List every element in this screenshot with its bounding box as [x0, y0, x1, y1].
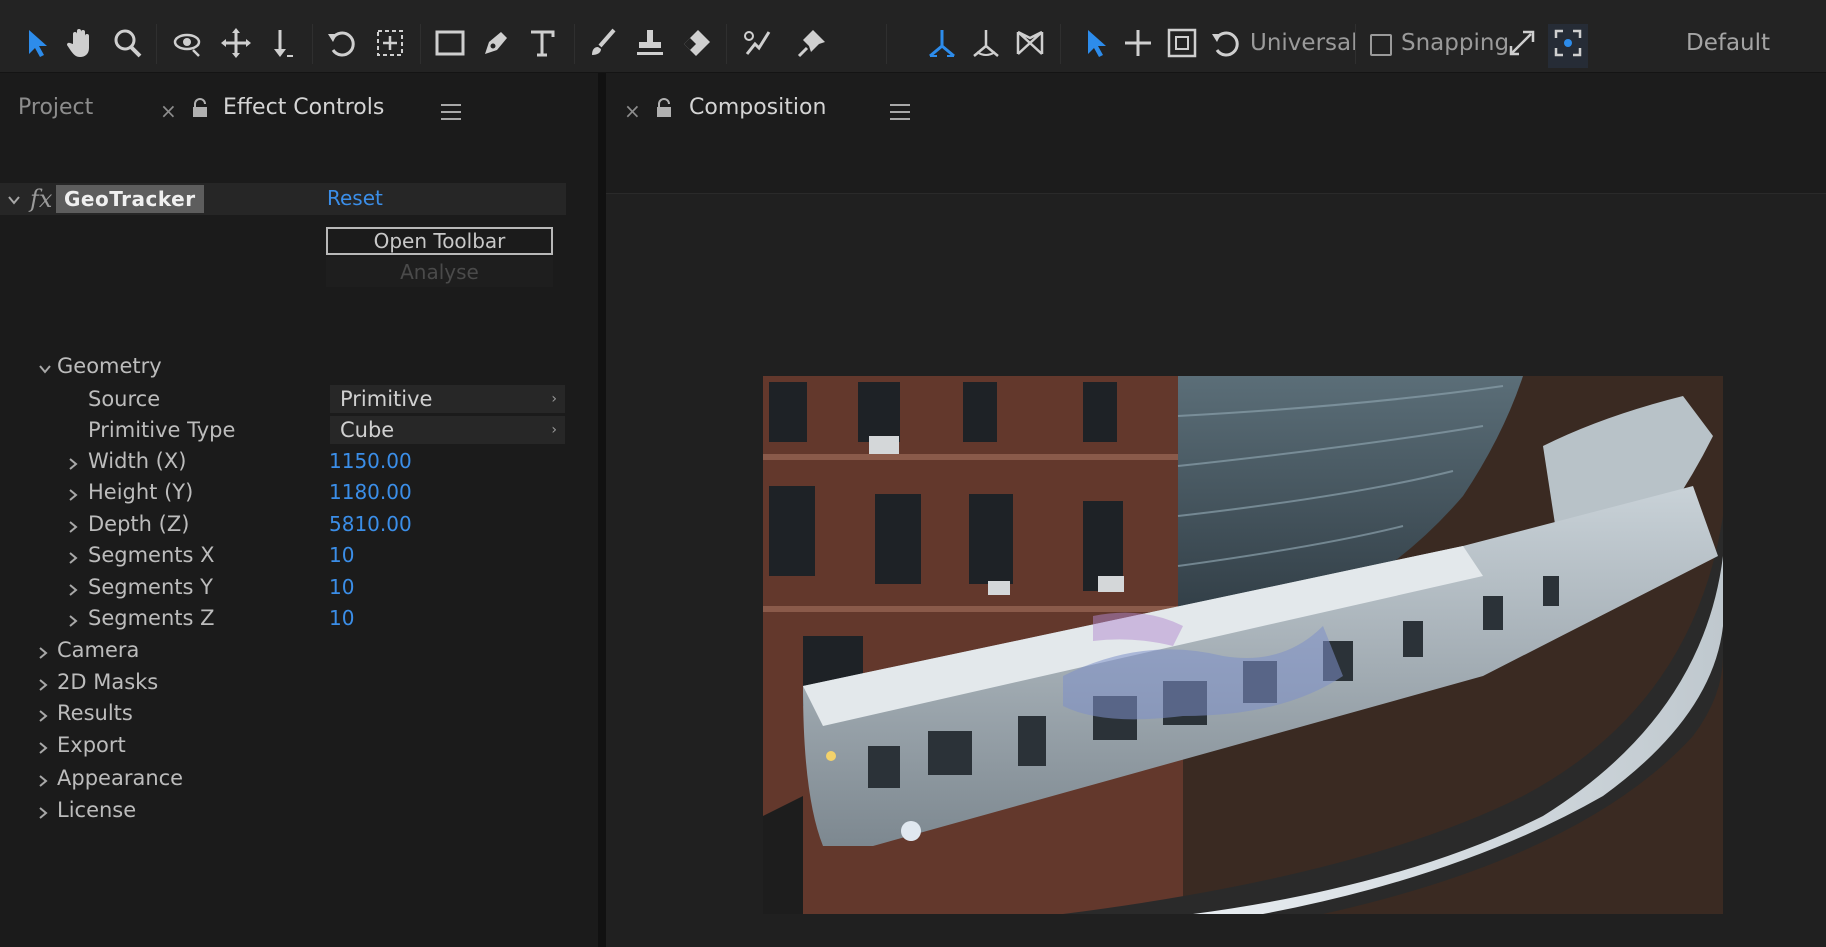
chevron-right-icon[interactable] — [36, 646, 50, 660]
rotate-tool-icon[interactable] — [322, 22, 362, 64]
chevron-right-icon[interactable] — [36, 741, 50, 755]
chevron-right-icon[interactable] — [66, 520, 80, 534]
segments-x-value[interactable]: 10 — [329, 543, 354, 567]
panel-menu-icon[interactable] — [441, 104, 461, 120]
eraser-tool-icon[interactable] — [677, 22, 717, 64]
snapping-label[interactable]: Snapping — [1401, 30, 1509, 56]
reset-link[interactable]: Reset — [327, 186, 383, 210]
pan-camera-icon[interactable] — [216, 22, 256, 64]
fx-icon[interactable]: fx — [30, 185, 52, 213]
depth-value[interactable]: 5810.00 — [329, 512, 412, 536]
depth-label: Depth (Z) — [88, 512, 190, 536]
group-appearance[interactable]: Appearance — [57, 766, 183, 790]
world-axis-mode-icon[interactable] — [966, 22, 1006, 64]
lock-icon[interactable] — [655, 98, 673, 118]
primitive-type-label: Primitive Type — [88, 418, 236, 442]
composition-viewer[interactable] — [606, 194, 1826, 947]
tab-project[interactable]: Project — [18, 95, 93, 120]
open-toolbar-button[interactable]: Open Toolbar — [326, 227, 553, 255]
segments-z-label: Segments Z — [88, 606, 215, 630]
chevron-right-icon[interactable] — [66, 614, 80, 628]
analyse-button[interactable]: Analyse — [326, 257, 553, 287]
axis-mode-label[interactable]: Universal — [1250, 30, 1358, 56]
tab-composition[interactable]: Composition — [689, 95, 826, 120]
gt-select-icon[interactable] — [1076, 22, 1116, 64]
panel-menu-icon[interactable] — [890, 104, 910, 120]
chevron-right-icon[interactable] — [66, 488, 80, 502]
effect-name[interactable]: GeoTracker — [56, 185, 204, 213]
width-label: Width (X) — [88, 449, 187, 473]
workspace-label[interactable]: Default — [1686, 30, 1770, 56]
gt-move-icon[interactable] — [1118, 22, 1158, 64]
geometry-group-label[interactable]: Geometry — [57, 354, 162, 378]
effect-header-row: fx GeoTracker Reset — [0, 183, 566, 215]
main-toolbar: Universal Snapping Default — [0, 0, 1826, 73]
group-license[interactable]: License — [57, 798, 136, 822]
primitive-type-dropdown[interactable]: Cube › — [330, 416, 565, 444]
chevron-right-icon[interactable] — [36, 806, 50, 820]
chevron-right-icon[interactable] — [66, 583, 80, 597]
view-axis-mode-icon[interactable] — [1010, 22, 1050, 64]
effect-controls-panel: Project × Effect Controls fx GeoTracker … — [0, 73, 598, 947]
pen-tool-icon[interactable] — [476, 22, 516, 64]
left-panel-tabs: Project × Effect Controls — [0, 73, 598, 193]
group-export[interactable]: Export — [57, 733, 126, 757]
chevron-down-icon[interactable] — [7, 193, 21, 207]
dolly-camera-icon[interactable] — [262, 22, 302, 64]
group-camera[interactable]: Camera — [57, 638, 139, 662]
chevron-right-icon[interactable] — [36, 774, 50, 788]
clone-stamp-icon[interactable] — [630, 22, 670, 64]
panel-divider[interactable] — [598, 73, 606, 947]
rectangle-tool-icon[interactable] — [430, 22, 470, 64]
type-tool-icon[interactable] — [523, 22, 563, 64]
pan-behind-icon[interactable] — [370, 22, 410, 64]
gt-scale-icon[interactable] — [1162, 22, 1202, 64]
close-icon[interactable]: × — [624, 99, 641, 123]
composition-panel: × Composition — [606, 73, 1826, 947]
orbit-camera-icon[interactable] — [168, 22, 208, 64]
segments-y-label: Segments Y — [88, 575, 213, 599]
segments-z-value[interactable]: 10 — [329, 606, 354, 630]
gt-rotate-icon[interactable] — [1206, 22, 1246, 64]
segments-x-label: Segments X — [88, 543, 215, 567]
chevron-right-icon[interactable] — [66, 551, 80, 565]
close-icon[interactable]: × — [160, 99, 177, 123]
chevron-right-icon[interactable] — [66, 457, 80, 471]
height-label: Height (Y) — [88, 480, 194, 504]
height-value[interactable]: 1180.00 — [329, 480, 412, 504]
lock-icon[interactable] — [191, 98, 209, 118]
brush-tool-icon[interactable] — [583, 22, 623, 64]
zoom-tool-icon[interactable] — [108, 22, 148, 64]
train-footage-image — [763, 376, 1723, 914]
puppet-pin-icon[interactable] — [792, 22, 832, 64]
snap-options-icon[interactable] — [1502, 22, 1542, 64]
composition-header: × Composition — [606, 73, 1826, 194]
footage-frame[interactable] — [763, 376, 1723, 914]
roto-brush-icon[interactable] — [736, 22, 776, 64]
selection-tool-icon[interactable] — [17, 22, 57, 64]
local-axis-mode-icon[interactable] — [922, 22, 962, 64]
group-2d-masks[interactable]: 2D Masks — [57, 670, 158, 694]
group-results[interactable]: Results — [57, 701, 133, 725]
hand-tool-icon[interactable] — [60, 22, 100, 64]
chevron-right-icon[interactable] — [36, 709, 50, 723]
segments-y-value[interactable]: 10 — [329, 575, 354, 599]
width-value[interactable]: 1150.00 — [329, 449, 412, 473]
chevron-right-icon[interactable] — [36, 678, 50, 692]
tab-effect-controls[interactable]: Effect Controls — [223, 95, 384, 120]
focus-frame-icon[interactable] — [1548, 22, 1588, 64]
chevron-down-icon[interactable] — [38, 362, 52, 376]
snapping-checkbox[interactable] — [1370, 34, 1392, 56]
source-label: Source — [88, 387, 161, 411]
source-dropdown[interactable]: Primitive › — [330, 385, 565, 413]
